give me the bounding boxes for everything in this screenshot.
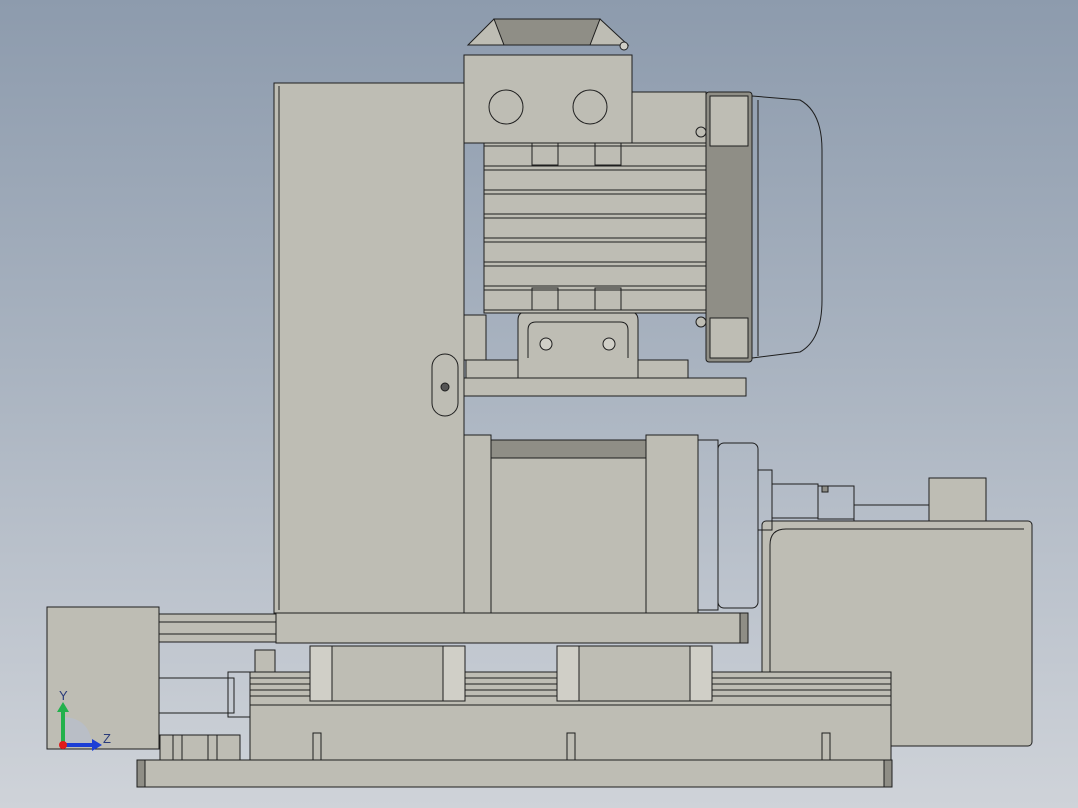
base-plate[interactable]	[136, 759, 893, 788]
y-axis-label: Y	[59, 688, 68, 703]
cad-model-drawing[interactable]: Y Z	[0, 0, 1078, 808]
cad-graphics-viewport[interactable]: Y Z	[0, 0, 1078, 808]
spindle-head[interactable]	[463, 434, 759, 614]
z-axis-label: Z	[103, 731, 111, 746]
electric-motor[interactable]	[463, 18, 823, 363]
